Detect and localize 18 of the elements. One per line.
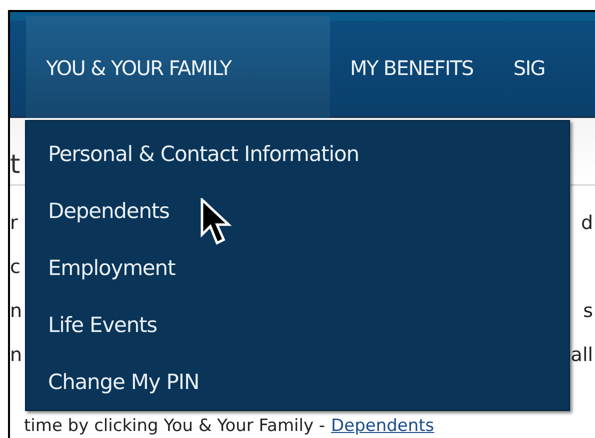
body-text: r bbox=[10, 212, 18, 236]
dependents-link[interactable]: Dependents bbox=[331, 416, 434, 436]
nav-tab[interactable]: SIG bbox=[493, 16, 566, 120]
menu-item[interactable]: Change My PIN bbox=[26, 354, 569, 411]
body-text: c bbox=[10, 256, 20, 280]
body-text: s bbox=[583, 300, 593, 324]
menu-item[interactable]: Life Events bbox=[26, 297, 569, 354]
body-text: n bbox=[10, 300, 22, 324]
body-text: d bbox=[580, 212, 593, 236]
menu-item[interactable]: Employment bbox=[26, 240, 569, 297]
body-text: n bbox=[10, 344, 22, 368]
nav-tab[interactable]: YOU & YOUR FAMILY bbox=[26, 16, 330, 120]
menu-item[interactable]: Personal & Contact Information bbox=[26, 126, 569, 183]
page-heading: t bbox=[10, 150, 20, 182]
menu-item[interactable]: Dependents bbox=[26, 183, 569, 240]
body-text: all bbox=[570, 344, 593, 368]
nav-tab[interactable]: MY BENEFITS bbox=[330, 16, 494, 120]
body-text: time by clicking You & Your Family - bbox=[24, 416, 326, 436]
